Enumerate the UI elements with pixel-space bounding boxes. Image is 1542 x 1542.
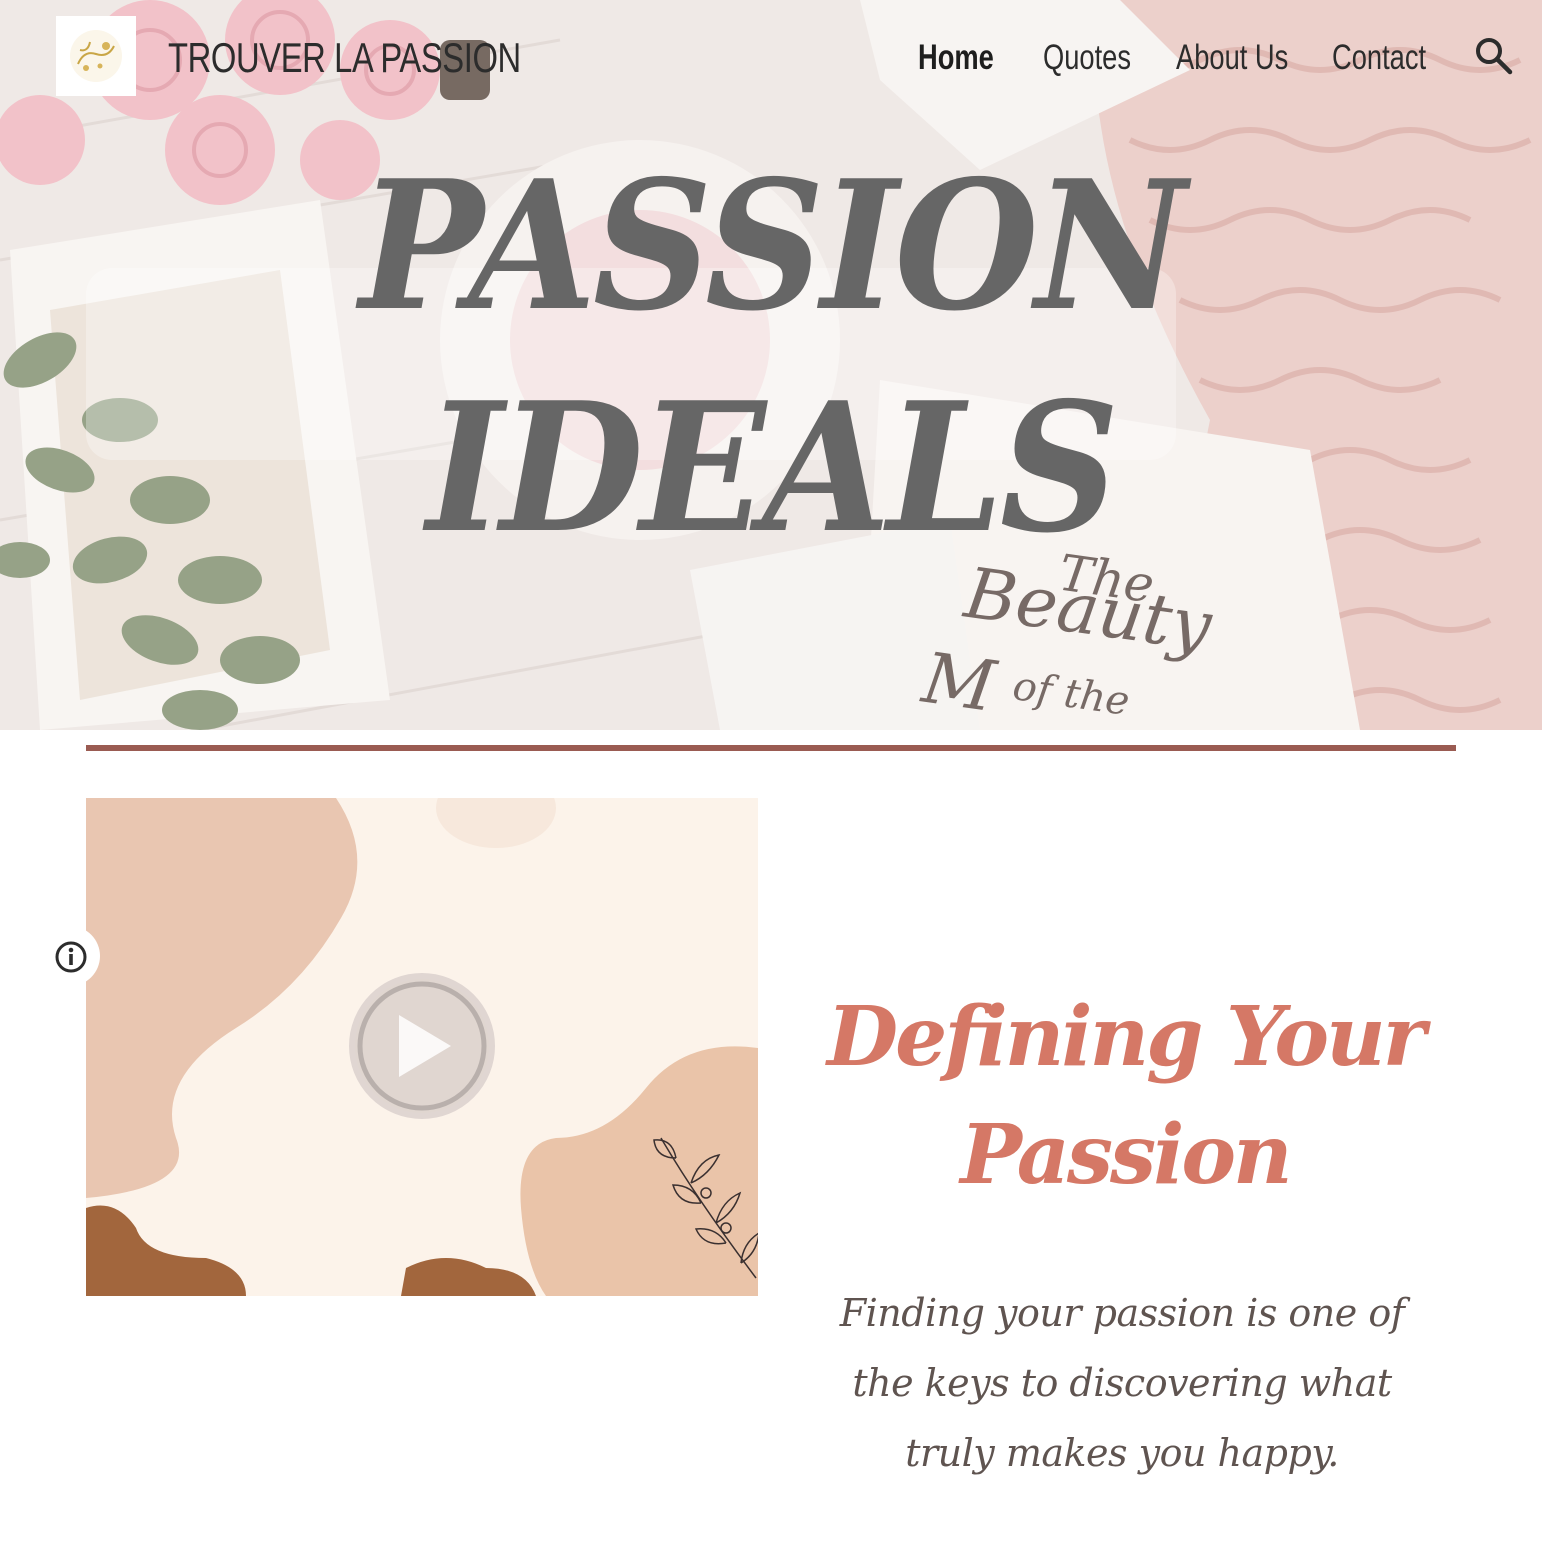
hero-banner: Beauty The M of the PASSION IDEALS xyxy=(0,0,1542,730)
play-icon[interactable] xyxy=(387,1011,457,1081)
nav-home[interactable]: Home xyxy=(918,32,994,84)
passion-logo-icon xyxy=(70,30,122,82)
site-title[interactable]: TROUVER LA PASSION xyxy=(168,32,521,84)
nav-about-us[interactable]: About Us xyxy=(1176,32,1288,84)
hero-title-line2: IDEALS xyxy=(426,363,1119,572)
hero-title-line1: PASSION xyxy=(359,141,1186,350)
section-body: Finding your passion is one of the keys … xyxy=(839,1291,1405,1475)
info-icon xyxy=(55,941,87,973)
section-divider xyxy=(86,745,1456,751)
hero-title: PASSION IDEALS xyxy=(54,135,1488,579)
site-logo[interactable] xyxy=(56,16,136,96)
nav-contact[interactable]: Contact xyxy=(1332,32,1426,84)
search-icon[interactable] xyxy=(1474,36,1514,76)
section-heading: Defining Your Passion xyxy=(827,989,1426,1203)
nav-quotes[interactable]: Quotes xyxy=(1043,32,1131,84)
video-embed[interactable] xyxy=(86,798,758,1296)
